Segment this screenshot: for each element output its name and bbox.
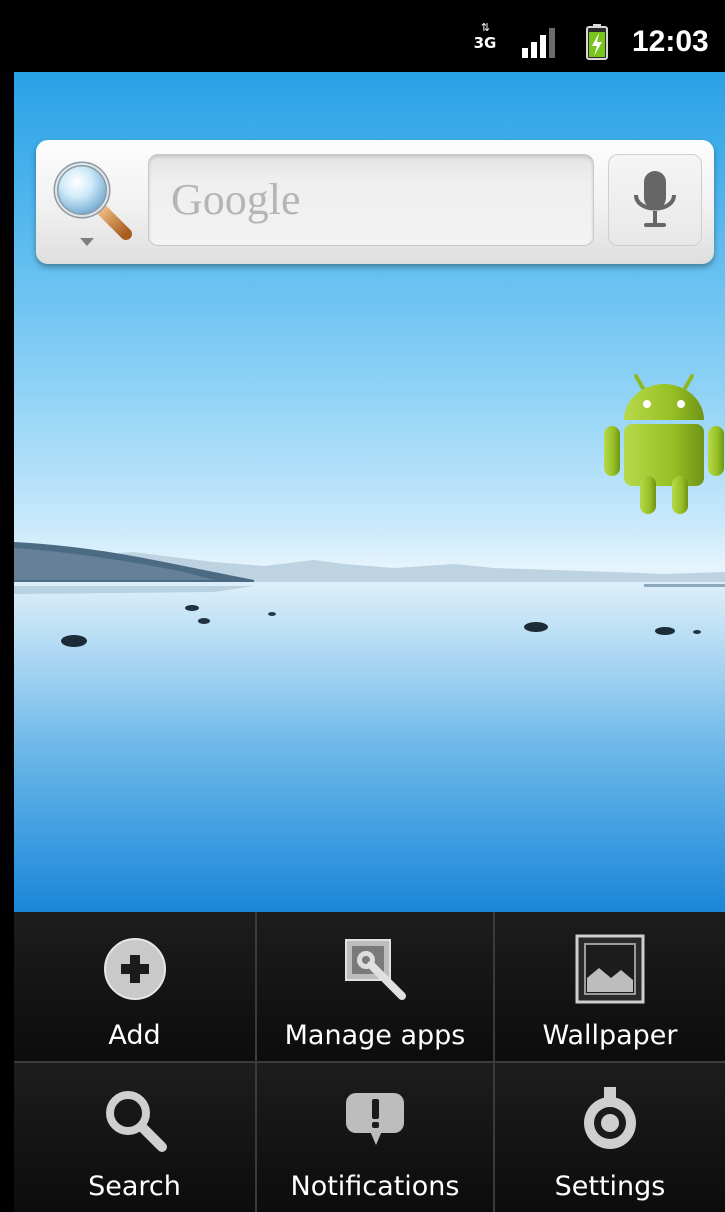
search-hint-text: Google — [171, 175, 301, 224]
microphone-icon — [634, 171, 676, 227]
battery-charging-icon — [586, 24, 608, 60]
menu-item-label: Wallpaper — [542, 1020, 678, 1051]
settings-icon — [584, 1087, 636, 1149]
search-icon — [105, 1091, 167, 1152]
wallpaper-icon — [575, 934, 645, 1004]
menu-item-label: Add — [108, 1020, 161, 1051]
notifications-icon — [346, 1093, 404, 1145]
search-engine-icon — [53, 161, 132, 246]
add-icon — [103, 938, 166, 1000]
android-home-screen: ⇅ 3G 12:03 Google Add Manage apps Wallpa… — [0, 0, 725, 1212]
menu-item-wallpaper[interactable]: Wallpaper — [495, 912, 725, 1062]
clock: 12:03 — [632, 25, 709, 58]
android-robot-icon[interactable] — [602, 372, 725, 517]
menu-item-manage-apps[interactable]: Manage apps — [257, 912, 493, 1062]
search-input[interactable]: Google — [148, 154, 594, 246]
network-3g-icon: ⇅ 3G — [472, 22, 498, 62]
menu-item-label: Search — [88, 1171, 181, 1202]
signal-strength-icon — [522, 28, 555, 58]
options-menu: Add Manage apps Wallpaper Search Notific… — [14, 912, 725, 1212]
menu-item-label: Settings — [554, 1171, 666, 1202]
menu-item-settings[interactable]: Settings — [495, 1063, 725, 1212]
menu-item-add[interactable]: Add — [14, 912, 255, 1062]
search-engine-selector[interactable] — [48, 156, 144, 252]
menu-item-notifications[interactable]: Notifications — [257, 1063, 493, 1212]
menu-item-label: Manage apps — [284, 1020, 466, 1051]
google-search-widget: Google — [36, 140, 714, 264]
status-bar: ⇅ 3G 12:03 — [0, 0, 725, 72]
menu-divider — [14, 1061, 725, 1063]
network-type-label: 3G — [473, 34, 497, 52]
network-activity-arrows: ⇅ — [480, 21, 490, 34]
voice-search-button[interactable] — [608, 154, 702, 246]
menu-item-search[interactable]: Search — [14, 1063, 255, 1212]
manage-apps-icon — [345, 939, 406, 1000]
menu-item-label: Notifications — [290, 1171, 460, 1202]
